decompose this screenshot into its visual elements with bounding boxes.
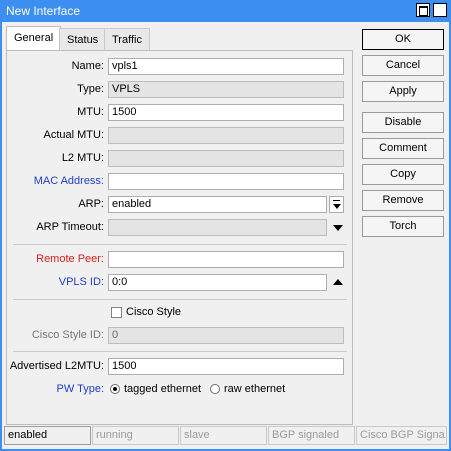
tab-traffic[interactable]: Traffic: [104, 28, 150, 50]
actual-mtu-field: [108, 127, 344, 144]
arp-timeout-label: ARP Timeout:: [36, 221, 104, 233]
status-cisco-bgp-signaled: Cisco BGP Signa...: [356, 426, 447, 445]
arp-label: ARP:: [78, 198, 104, 210]
window-title: New Interface: [6, 4, 81, 18]
torch-button[interactable]: Torch: [362, 216, 444, 237]
status-bgp-signaled: BGP signaled: [268, 426, 355, 445]
advertised-l2mtu-input[interactable]: 1500: [108, 358, 344, 375]
pw-type-tagged-label: tagged ethernet: [124, 383, 202, 395]
status-bar: enabled running slave BGP signaled Cisco…: [4, 426, 447, 446]
cisco-style-id-label: Cisco Style ID:: [31, 329, 104, 341]
mtu-input[interactable]: 1500: [108, 104, 344, 121]
pw-type-raw-label: raw ethernet: [224, 383, 286, 395]
arp-select[interactable]: enabled: [108, 196, 327, 213]
l2-mtu-field: [108, 150, 344, 167]
disable-button[interactable]: Disable: [362, 112, 444, 133]
tab-status-label: Status: [67, 34, 99, 46]
tab-status[interactable]: Status: [59, 28, 107, 50]
vpls-id-label: VPLS ID:: [58, 276, 104, 288]
new-interface-window: New Interface ✕ General Status Traffic N…: [0, 0, 451, 451]
remove-button[interactable]: Remove: [362, 190, 444, 211]
pw-type-raw-radio[interactable]: [210, 384, 220, 394]
cisco-style-checkbox[interactable]: [111, 307, 122, 318]
tab-traffic-label: Traffic: [112, 34, 142, 46]
cancel-button[interactable]: Cancel: [362, 55, 444, 76]
ok-button[interactable]: OK: [362, 29, 444, 50]
status-enabled: enabled: [4, 426, 91, 445]
tab-general-label: General: [14, 32, 54, 44]
advertised-l2mtu-label: Advertised L2MTU:: [9, 360, 104, 372]
separator: [13, 244, 347, 245]
arp-dropdown-icon[interactable]: [329, 196, 344, 213]
close-icon[interactable]: ✕: [433, 2, 447, 17]
pw-type-label: PW Type:: [56, 383, 104, 395]
copy-button[interactable]: Copy: [362, 164, 444, 185]
cisco-style-label: Cisco Style: [126, 306, 182, 318]
type-label: Type:: [77, 83, 104, 95]
status-running: running: [92, 426, 179, 445]
apply-button[interactable]: Apply: [362, 81, 444, 102]
separator: [13, 299, 347, 300]
actual-mtu-label: Actual MTU:: [43, 129, 104, 141]
comment-button[interactable]: Comment: [362, 138, 444, 159]
title-bar[interactable]: New Interface ✕: [0, 0, 451, 22]
name-input[interactable]: vpls1: [108, 58, 344, 75]
remote-peer-input[interactable]: [108, 251, 344, 268]
tab-general[interactable]: General: [6, 26, 62, 51]
type-field: VPLS: [108, 81, 344, 98]
general-panel: Name: vpls1 Type: VPLS MTU: 1500 Actual …: [6, 50, 353, 425]
mac-address-input[interactable]: [108, 173, 344, 190]
arp-timeout-expand-icon[interactable]: [333, 225, 343, 231]
arp-timeout-field: [108, 219, 327, 236]
mac-address-label: MAC Address:: [33, 175, 104, 187]
maximize-icon[interactable]: [416, 3, 430, 17]
remote-peer-label: Remote Peer:: [36, 253, 104, 265]
l2-mtu-label: L2 MTU:: [61, 152, 104, 164]
cisco-style-id-field: 0: [108, 327, 344, 344]
vpls-id-input[interactable]: 0:0: [108, 274, 327, 291]
mtu-label: MTU:: [77, 106, 104, 118]
window-client-area: General Status Traffic Name: vpls1 Type:…: [2, 22, 449, 449]
status-slave: slave: [180, 426, 267, 445]
vpls-id-collapse-icon[interactable]: [333, 279, 343, 285]
pw-type-tagged-radio[interactable]: [110, 384, 120, 394]
name-label: Name:: [71, 60, 104, 72]
separator: [13, 351, 347, 352]
